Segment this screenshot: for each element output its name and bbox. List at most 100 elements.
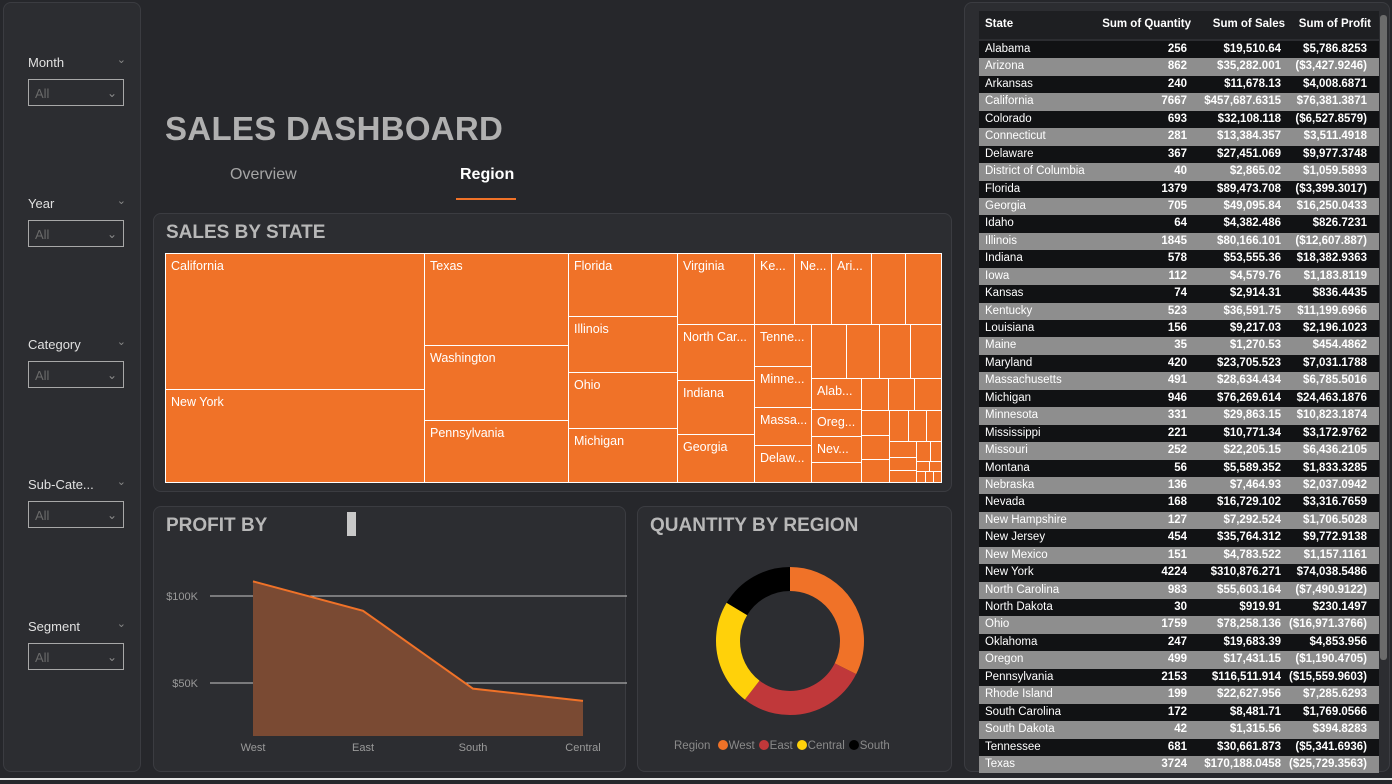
table-row[interactable]: Louisiana 156 $9,217.03 $2,196.1023 — [979, 320, 1379, 338]
treemap-tile-oregon[interactable]: Oreg... — [811, 409, 862, 437]
table-row[interactable]: New York 4224 $310,876.271 $74,038.5486 — [979, 564, 1379, 582]
data-point-south[interactable] — [471, 687, 475, 691]
chevron-down-icon[interactable]: ⌄ — [117, 475, 126, 488]
treemap-tile-nebraska[interactable]: Ne... — [794, 253, 832, 325]
treemap-tile-massachusetts[interactable]: Massa... — [754, 407, 812, 446]
table-row[interactable]: Missouri 252 $22,205.15 $6,436.2105 — [979, 442, 1379, 460]
month-slicer[interactable]: Month ⌄ All ⌄ — [28, 53, 128, 106]
profit-area-chart[interactable]: $50K $100K West East South Central — [154, 507, 627, 773]
legend-item-west[interactable]: West — [717, 740, 755, 752]
chevron-down-icon[interactable]: ⌄ — [117, 617, 126, 630]
treemap-tile[interactable] — [889, 457, 917, 471]
treemap-tile-north-carolina[interactable]: North Car... — [677, 324, 755, 381]
chevron-down-icon[interactable]: ⌄ — [107, 644, 117, 671]
treemap-tile[interactable] — [910, 324, 942, 379]
data-point-west[interactable] — [251, 579, 255, 583]
table-row[interactable]: Massachusetts 491 $28,634.434 $6,785.5016 — [979, 372, 1379, 390]
treemap-tile[interactable] — [908, 410, 927, 442]
table-row[interactable]: Mississippi 221 $10,771.34 $3,172.9762 — [979, 424, 1379, 443]
treemap-tile[interactable] — [879, 324, 911, 379]
treemap-tile-california[interactable]: California — [165, 253, 425, 390]
table-row[interactable]: Idaho 64 $4,382.486 $826.7231 — [979, 215, 1379, 233]
table-row[interactable]: Montana 56 $5,589.352 $1,833.3285 — [979, 459, 1379, 477]
column-header-quantity[interactable]: Sum of Quantity — [1102, 18, 1191, 30]
table-row[interactable]: District of Columbia 40 $2,865.02 $1,059.58… — [979, 163, 1379, 181]
chevron-down-icon[interactable]: ⌄ — [107, 221, 117, 248]
table-row[interactable]: Iowa 112 $4,579.76 $1,183.8119 — [979, 267, 1379, 286]
category-dropdown[interactable]: All ⌄ — [28, 361, 124, 388]
treemap-tile-michigan[interactable]: Michigan — [568, 428, 678, 483]
treemap-tile-florida[interactable]: Florida — [568, 253, 678, 317]
table-row[interactable]: Nebraska 136 $7,464.93 $2,037.0942 — [979, 476, 1379, 495]
table-row[interactable]: South Carolina 172 $8,481.71 $1,769.0566 — [979, 703, 1379, 722]
chevron-down-icon[interactable]: ⌄ — [117, 53, 126, 66]
table-row[interactable]: North Carolina 983 $55,603.164 ($7,490.9122… — [979, 581, 1379, 599]
treemap-tile[interactable] — [889, 410, 909, 442]
sub-category-slicer[interactable]: Sub-Cate... ⌄ All ⌄ — [28, 475, 128, 529]
treemap-tile[interactable] — [811, 324, 847, 379]
table-row[interactable]: North Dakota 30 $919.91 $230.1497 — [979, 599, 1379, 617]
treemap-tile-minnesota[interactable]: Minne... — [754, 366, 812, 408]
table-scrollbar[interactable] — [1380, 15, 1387, 660]
table-row[interactable]: Pennsylvania 2153 $116,511.914 ($15,559.960… — [979, 668, 1379, 687]
column-header-profit[interactable]: Sum of Profit — [1299, 18, 1371, 30]
treemap-tile-kentucky[interactable]: Ke... — [754, 253, 795, 325]
chevron-down-icon[interactable]: ⌄ — [107, 80, 117, 107]
treemap-tile[interactable] — [871, 253, 906, 325]
table-row[interactable]: New Hampshire 127 $7,292.524 $1,706.5028 — [979, 511, 1379, 530]
table-row[interactable]: Indiana 578 $53,555.36 $18,382.9363 — [979, 250, 1379, 268]
chevron-down-icon[interactable]: ⌄ — [117, 335, 126, 348]
treemap-tile[interactable] — [926, 410, 942, 442]
treemap-tile-washington[interactable]: Washington — [424, 345, 569, 421]
treemap-tile[interactable] — [933, 471, 942, 483]
year-slicer[interactable]: Year ⌄ All ⌄ — [28, 195, 128, 248]
treemap-tile-delaware[interactable]: Delaw... — [754, 445, 812, 483]
treemap-tile-georgia[interactable]: Georgia — [677, 434, 755, 483]
table-row[interactable]: Oklahoma 247 $19,683.39 $4,853.956 — [979, 633, 1379, 652]
table-row[interactable]: Arizona 862 $35,282.001 ($3,427.9246) — [979, 58, 1379, 76]
treemap-tile[interactable] — [861, 410, 890, 436]
quantity-donut-chart[interactable] — [638, 507, 953, 737]
table-row[interactable]: Rhode Island 199 $22,627.956 $7,285.6293 — [979, 686, 1379, 704]
treemap-tile-pennsylvania[interactable]: Pennsylvania — [424, 420, 569, 483]
treemap-tile[interactable] — [861, 459, 890, 483]
segment-dropdown[interactable]: All ⌄ — [28, 643, 124, 670]
treemap-tile[interactable] — [888, 378, 915, 411]
tab-overview[interactable]: Overview — [230, 166, 297, 184]
treemap-tile[interactable] — [916, 441, 931, 462]
legend-item-east[interactable]: East — [758, 740, 793, 752]
month-dropdown[interactable]: All ⌄ — [28, 79, 124, 106]
treemap-tile[interactable] — [861, 378, 889, 411]
treemap-tile[interactable] — [846, 324, 880, 379]
column-header-sales[interactable]: Sum of Sales — [1213, 18, 1285, 30]
table-row[interactable]: Kentucky 523 $36,591.75 $11,199.6966 — [979, 302, 1379, 320]
table-row[interactable]: Kansas 74 $2,914.31 $836.4435 — [979, 285, 1379, 303]
sales-by-state-treemap[interactable]: California New York Texas Washington Pen… — [165, 253, 942, 483]
table-row[interactable]: Connecticut 281 $13,384.357 $3,511.4918 — [979, 128, 1379, 146]
treemap-tile[interactable] — [889, 470, 917, 483]
table-row[interactable]: Florida 1379 $89,473.708 ($3,399.3017) — [979, 180, 1379, 198]
table-row[interactable]: Alabama 256 $19,510.64 $5,786.8253 — [979, 41, 1379, 59]
treemap-tile[interactable] — [905, 253, 942, 325]
category-slicer[interactable]: Category ⌄ All ⌄ — [28, 335, 128, 388]
chevron-down-icon[interactable]: ⌄ — [107, 502, 117, 529]
table-row[interactable]: Georgia 705 $49,095.84 $16,250.0433 — [979, 197, 1379, 216]
treemap-tile-new-york[interactable]: New York — [165, 389, 425, 483]
treemap-tile-indiana[interactable]: Indiana — [677, 380, 755, 435]
table-row[interactable]: Tennessee 681 $30,661.873 ($5,341.6936) — [979, 738, 1379, 756]
table-row[interactable]: Illinois 1845 $80,166.101 ($12,607.887) — [979, 232, 1379, 251]
table-row[interactable]: Maine 35 $1,270.53 $454.4862 — [979, 337, 1379, 355]
table-row[interactable]: New Jersey 454 $35,764.312 $9,772.9138 — [979, 529, 1379, 547]
table-row[interactable]: Nevada 168 $16,729.102 $3,316.7659 — [979, 494, 1379, 512]
data-point-central[interactable] — [581, 699, 585, 703]
treemap-tile-texas[interactable]: Texas — [424, 253, 569, 346]
table-row[interactable]: Delaware 367 $27,451.069 $9,977.3748 — [979, 145, 1379, 164]
treemap-tile[interactable] — [889, 441, 917, 458]
segment-slicer[interactable]: Segment ⌄ All ⌄ — [28, 617, 128, 670]
tab-region[interactable]: Region — [460, 166, 514, 184]
table-row[interactable]: Colorado 693 $32,108.118 ($6,527.8579) — [979, 110, 1379, 129]
table-row[interactable]: Minnesota 331 $29,863.15 $10,823.1874 — [979, 407, 1379, 425]
column-header-state[interactable]: State — [985, 18, 1013, 30]
table-row[interactable]: Ohio 1759 $78,258.136 ($16,971.3766) — [979, 616, 1379, 634]
table-row[interactable]: South Dakota 42 $1,315.56 $394.8283 — [979, 721, 1379, 739]
